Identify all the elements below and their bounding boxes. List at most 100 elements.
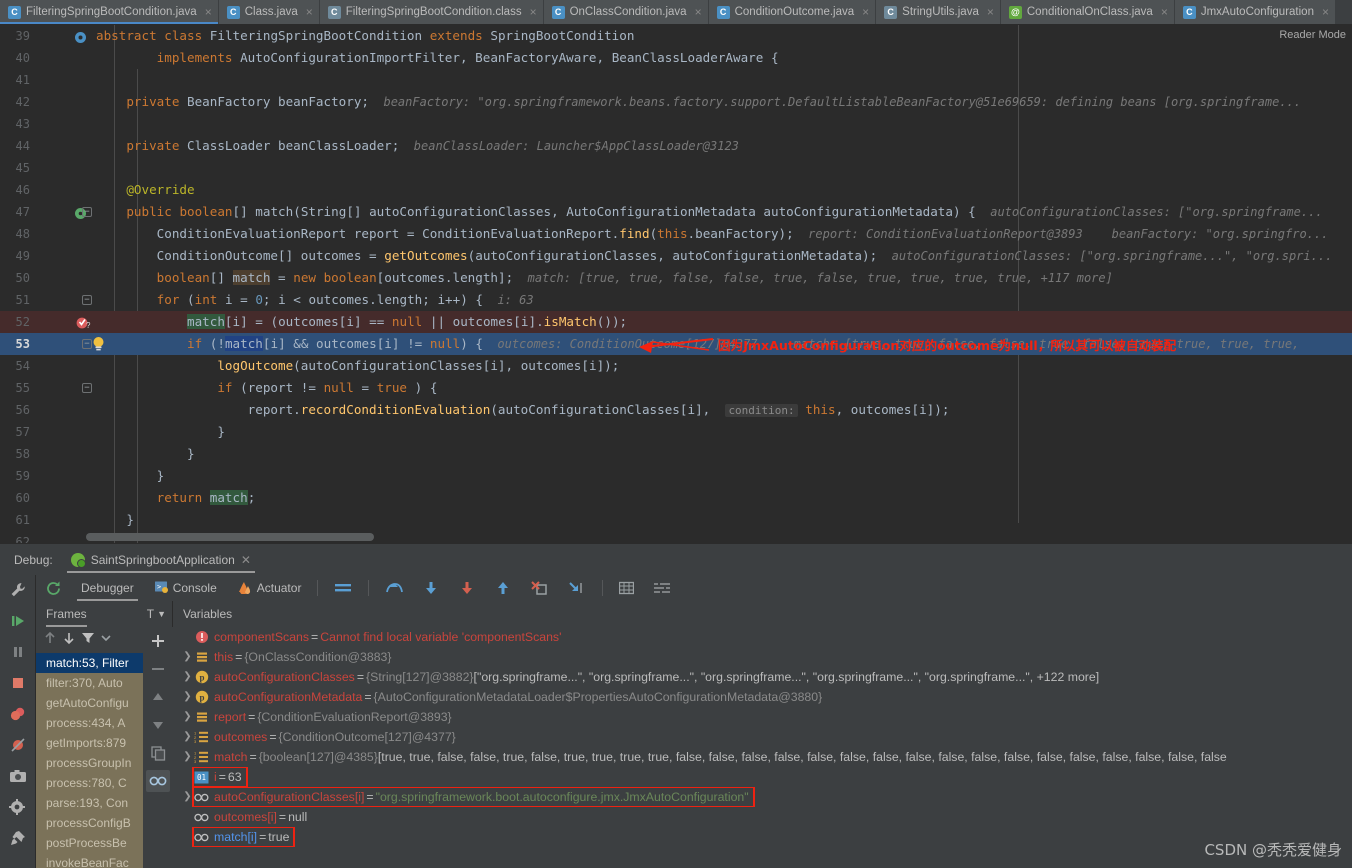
code-line-40[interactable]: 40 implements AutoConfigurationImportFil… bbox=[0, 47, 1352, 69]
step-over-icon[interactable] bbox=[375, 575, 413, 601]
variable-row-0[interactable]: ❯componentScans = Cannot find local vari… bbox=[173, 627, 1352, 647]
gutter-zone[interactable]: − bbox=[36, 377, 96, 399]
filter-icon[interactable] bbox=[80, 630, 96, 651]
code-line-42[interactable]: 42 private BeanFactory beanFactory; bean… bbox=[0, 91, 1352, 113]
gutter-zone[interactable] bbox=[36, 179, 96, 201]
mute-breakpoints-toolbar-icon[interactable] bbox=[324, 575, 362, 601]
gutter-zone[interactable]: ? bbox=[36, 311, 96, 333]
scrollbar-thumb[interactable] bbox=[86, 533, 374, 541]
variable-row-5[interactable]: ❯123outcomes = {ConditionOutcome[127]@43… bbox=[173, 727, 1352, 747]
gutter-zone[interactable]: − bbox=[36, 333, 96, 355]
gutter-zone[interactable] bbox=[36, 443, 96, 465]
resume-program-icon[interactable] bbox=[7, 610, 29, 632]
gutter-zone[interactable] bbox=[36, 487, 96, 509]
code-line-55[interactable]: 55− if (report != null = true ) { bbox=[0, 377, 1352, 399]
pin-icon[interactable] bbox=[7, 827, 29, 849]
editor-tab-3[interactable]: COnClassCondition.java× bbox=[544, 0, 709, 24]
editor-tab-5[interactable]: CStringUtils.java× bbox=[876, 0, 1001, 24]
gutter-zone[interactable]: − bbox=[36, 201, 96, 223]
close-icon[interactable]: × bbox=[1158, 6, 1168, 18]
stop-icon[interactable] bbox=[7, 672, 29, 694]
chevron-right-icon[interactable]: ❯ bbox=[181, 667, 194, 687]
variable-row-2[interactable]: ❯pautoConfigurationClasses = {String[127… bbox=[173, 667, 1352, 687]
editor-tab-0[interactable]: CFilteringSpringBootCondition.java× bbox=[0, 0, 219, 24]
gutter-zone[interactable] bbox=[36, 91, 96, 113]
inspect-icon[interactable] bbox=[146, 770, 170, 792]
frames-panel-header[interactable]: Frames T ▼ bbox=[36, 601, 172, 627]
gutter-zone[interactable] bbox=[36, 267, 96, 289]
gutter-zone[interactable] bbox=[36, 47, 96, 69]
gutter-zone[interactable] bbox=[36, 509, 96, 531]
tab-actuator[interactable]: Actuator bbox=[227, 575, 312, 601]
gutter-zone[interactable] bbox=[36, 465, 96, 487]
editor-tab-4[interactable]: CConditionOutcome.java× bbox=[709, 0, 877, 24]
code-line-52[interactable]: 52? match[i] = (outcomes[i] == null || o… bbox=[0, 311, 1352, 333]
editor-tab-6[interactable]: @ConditionalOnClass.java× bbox=[1001, 0, 1175, 24]
up-arrow-icon[interactable] bbox=[42, 630, 58, 651]
drop-frame-icon[interactable] bbox=[521, 575, 558, 601]
close-icon[interactable]: × bbox=[527, 6, 537, 18]
code-editor[interactable]: Reader Mode 39abstract class FilteringSp… bbox=[0, 25, 1352, 543]
chevron-right-icon[interactable]: ❯ bbox=[181, 707, 194, 727]
variables-list[interactable]: ❯componentScans = Cannot find local vari… bbox=[173, 627, 1352, 868]
gutter-zone[interactable] bbox=[36, 399, 96, 421]
code-line-50[interactable]: 50 boolean[] match = new boolean[outcome… bbox=[0, 267, 1352, 289]
gutter-zone[interactable] bbox=[36, 113, 96, 135]
code-lines-container[interactable]: 39abstract class FilteringSpringBootCond… bbox=[0, 25, 1352, 543]
gutter-zone[interactable] bbox=[36, 157, 96, 179]
chevron-right-icon[interactable]: ❯ bbox=[181, 727, 194, 747]
layout-settings-icon[interactable] bbox=[644, 575, 680, 601]
fold-marker-icon[interactable]: − bbox=[82, 207, 92, 217]
fold-marker-icon[interactable]: − bbox=[82, 383, 92, 393]
code-line-51[interactable]: 51− for (int i = 0; i < outcomes.length;… bbox=[0, 289, 1352, 311]
close-icon[interactable]: × bbox=[303, 6, 313, 18]
gutter-zone[interactable] bbox=[36, 135, 96, 157]
rerun-icon[interactable] bbox=[36, 575, 71, 601]
breakpoint-conditional-icon[interactable]: ? bbox=[76, 315, 90, 329]
navigate-icon[interactable] bbox=[74, 29, 87, 42]
code-line-56[interactable]: 56 report.recordConditionEvaluation(auto… bbox=[0, 399, 1352, 421]
debug-toolbar[interactable]: Debugger > Console Actuator bbox=[36, 575, 1352, 601]
chevron-right-icon[interactable]: ❯ bbox=[181, 787, 194, 807]
settings-gear-icon[interactable] bbox=[7, 796, 29, 818]
camera-icon[interactable] bbox=[7, 765, 29, 787]
code-line-44[interactable]: 44 private ClassLoader beanClassLoader; … bbox=[0, 135, 1352, 157]
settings-wrench-icon[interactable] bbox=[7, 579, 29, 601]
close-icon[interactable]: ✕ bbox=[241, 553, 251, 567]
force-step-into-icon[interactable] bbox=[449, 575, 485, 601]
code-line-39[interactable]: 39abstract class FilteringSpringBootCond… bbox=[0, 25, 1352, 47]
code-line-57[interactable]: 57 } bbox=[0, 421, 1352, 443]
step-into-icon[interactable] bbox=[413, 575, 449, 601]
gutter-zone[interactable] bbox=[36, 69, 96, 91]
fold-marker-icon[interactable]: − bbox=[82, 295, 92, 305]
chevron-down-icon[interactable]: ▼ bbox=[157, 609, 166, 619]
code-line-48[interactable]: 48 ConditionEvaluationReport report = Co… bbox=[0, 223, 1352, 245]
debug-session-tab[interactable]: SaintSpringbootApplication ✕ bbox=[63, 544, 259, 575]
variables-toolbar[interactable] bbox=[143, 627, 173, 868]
variable-row-6[interactable]: ❯123match = {boolean[127]@4385} [true, t… bbox=[173, 747, 1352, 767]
chevron-right-icon[interactable]: ❯ bbox=[181, 687, 194, 707]
chevron-right-icon[interactable]: ❯ bbox=[181, 747, 194, 767]
editor-tab-bar[interactable]: CFilteringSpringBootCondition.java×CClas… bbox=[0, 0, 1352, 25]
variable-row-3[interactable]: ❯pautoConfigurationMetadata = {AutoConfi… bbox=[173, 687, 1352, 707]
chevron-right-icon[interactable]: ❯ bbox=[181, 647, 194, 667]
reader-mode-label[interactable]: Reader Mode bbox=[1279, 29, 1346, 41]
editor-horizontal-scrollbar[interactable] bbox=[86, 533, 1340, 541]
mute-breakpoints-icon[interactable] bbox=[7, 734, 29, 756]
close-icon[interactable]: × bbox=[692, 6, 702, 18]
step-out-icon[interactable] bbox=[485, 575, 521, 601]
debug-left-toolbar[interactable] bbox=[0, 575, 36, 868]
view-breakpoints-icon[interactable] bbox=[7, 703, 29, 725]
down-arrow-icon[interactable] bbox=[61, 630, 77, 651]
close-icon[interactable]: × bbox=[859, 6, 869, 18]
close-icon[interactable]: × bbox=[984, 6, 994, 18]
code-line-45[interactable]: 45 bbox=[0, 157, 1352, 179]
intention-bulb-icon[interactable] bbox=[91, 336, 106, 352]
code-line-59[interactable]: 59 } bbox=[0, 465, 1352, 487]
variable-row-4[interactable]: ❯report = {ConditionEvaluationReport@389… bbox=[173, 707, 1352, 727]
gutter-zone[interactable] bbox=[36, 245, 96, 267]
close-icon[interactable]: × bbox=[1319, 6, 1329, 18]
variable-row-1[interactable]: ❯this = {OnClassCondition@3883} bbox=[173, 647, 1352, 667]
variable-row-8[interactable]: ❯autoConfigurationClasses[i] = "org.spri… bbox=[173, 787, 1352, 807]
code-line-46[interactable]: 46 @Override bbox=[0, 179, 1352, 201]
